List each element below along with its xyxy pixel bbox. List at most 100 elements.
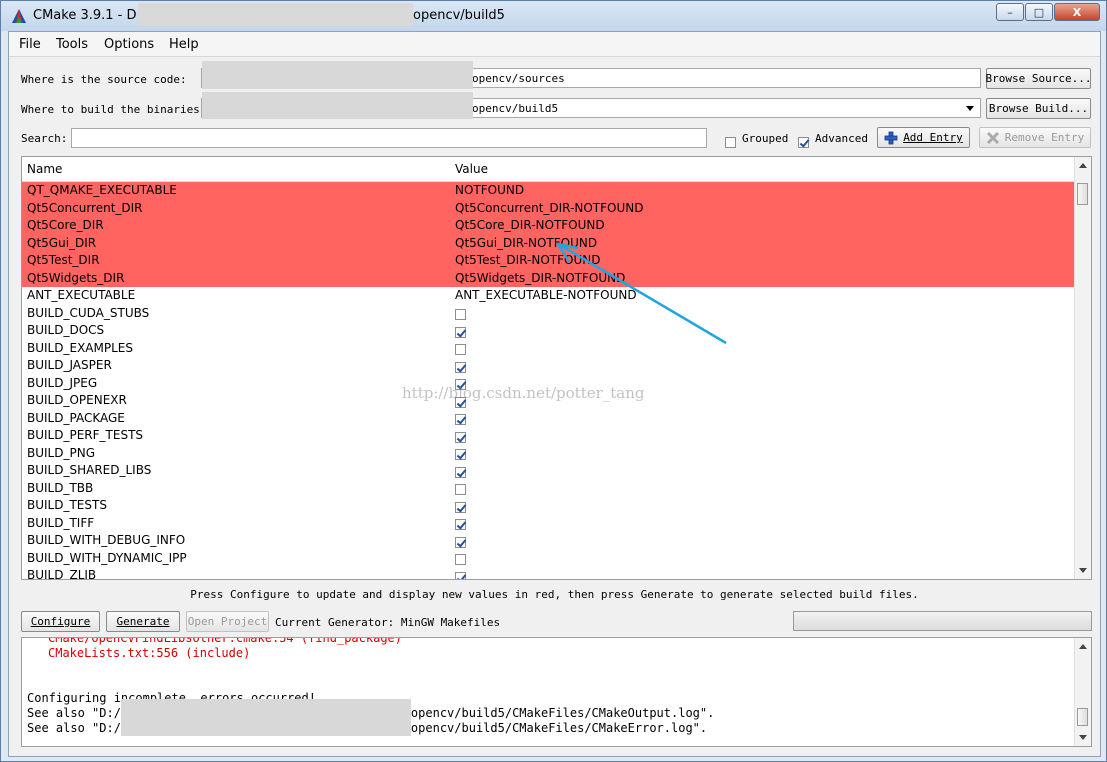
grouped-check-box[interactable] [725, 137, 736, 148]
row-value[interactable]: Qt5Test_DIR-NOTFOUND [455, 252, 600, 269]
table-row[interactable]: Qt5Test_DIR Qt5Test_DIR-NOTFOUND [22, 252, 1077, 270]
row-value[interactable] [455, 305, 466, 322]
row-value[interactable]: Qt5Concurrent_DIR-NOTFOUND [455, 200, 643, 217]
search-input[interactable] [71, 128, 707, 148]
close-button[interactable]: X [1054, 3, 1100, 21]
browse-source-button[interactable]: Browse Source... [986, 68, 1091, 89]
row-value[interactable] [455, 340, 466, 357]
row-value[interactable] [455, 357, 466, 374]
table-row[interactable]: BUILD_WITH_DYNAMIC_IPP [22, 550, 1077, 568]
table-row[interactable]: Qt5Concurrent_DIR Qt5Concurrent_DIR-NOTFO… [22, 199, 1077, 217]
table-row[interactable]: Qt5Gui_DIR Qt5Gui_DIR-NOTFOUND [22, 234, 1077, 252]
table-row[interactable]: QT_QMAKE_EXECUTABLE NOTFOUND [22, 182, 1077, 200]
value-checkbox[interactable] [455, 431, 466, 443]
value-checkbox[interactable] [455, 309, 466, 320]
row-value[interactable]: Qt5Widgets_DIR-NOTFOUND [455, 270, 625, 287]
table-row[interactable]: BUILD_JASPER [22, 357, 1077, 375]
output-scroll-thumb[interactable] [1077, 708, 1088, 726]
row-value[interactable] [455, 515, 466, 532]
row-name: BUILD_JASPER [27, 358, 112, 372]
maximize-button[interactable]: □ [1025, 3, 1053, 21]
configure-button[interactable]: Configure [21, 611, 100, 632]
output-scrollbar[interactable] [1074, 638, 1091, 746]
table-scrollbar[interactable] [1074, 157, 1091, 579]
value-checkbox[interactable] [455, 326, 466, 338]
row-value[interactable]: NOTFOUND [455, 182, 524, 199]
row-value[interactable]: Qt5Core_DIR-NOTFOUND [455, 217, 605, 234]
table-row[interactable]: BUILD_SHARED_LIBS [22, 462, 1077, 480]
value-checkbox[interactable] [455, 466, 466, 478]
value-checkbox[interactable] [455, 449, 466, 460]
row-value[interactable] [455, 480, 466, 497]
advanced-check-box[interactable] [798, 137, 809, 148]
row-value[interactable] [455, 445, 466, 462]
table-row[interactable]: BUILD_PACKAGE [22, 410, 1077, 428]
table-row[interactable]: BUILD_ZLIB [22, 567, 1077, 579]
table-row[interactable]: BUILD_WITH_DEBUG_INFO [22, 532, 1077, 550]
output-scroll-up-icon[interactable] [1079, 644, 1087, 649]
row-name: BUILD_PNG [27, 445, 95, 460]
row-name: BUILD_SHARED_LIBS [27, 463, 152, 477]
add-entry-button[interactable]: Add Entry [877, 127, 970, 148]
generate-button[interactable]: Generate [106, 611, 180, 632]
title-bar[interactable]: CMake 3.9.1 - D:/ opencv/build5 – □ X [1, 1, 1106, 31]
row-value[interactable] [455, 567, 466, 579]
open-project-button[interactable]: Open Project [186, 611, 269, 632]
table-row[interactable]: Qt5Core_DIR Qt5Core_DIR-NOTFOUND [22, 217, 1077, 235]
advanced-checkbox[interactable] [798, 132, 809, 151]
row-name: Qt5Concurrent_DIR [27, 200, 143, 215]
table-row[interactable]: BUILD_TBB [22, 480, 1077, 498]
row-value[interactable] [455, 322, 466, 339]
output-log[interactable]: CMake/OpenCVFindLibsOther.cmake:54 (find… [21, 637, 1092, 747]
generate-label: Generate [116, 615, 170, 628]
table-row[interactable]: BUILD_TESTS [22, 497, 1077, 515]
row-name: BUILD_JPEG [27, 375, 98, 390]
remove-entry-button[interactable]: Remove Entry [979, 127, 1091, 148]
scroll-up-icon[interactable] [1079, 163, 1087, 168]
row-name: BUILD_TBB [27, 480, 94, 495]
table-row[interactable]: Qt5Widgets_DIR Qt5Widgets_DIR-NOTFOUND [22, 269, 1077, 287]
source-path-text: opencv/sources [472, 72, 565, 85]
minimize-button[interactable]: – [996, 3, 1024, 21]
menu-tools[interactable]: Tools [56, 37, 88, 52]
row-value[interactable] [455, 497, 466, 514]
browse-build-button[interactable]: Browse Build... [986, 98, 1091, 119]
table-row[interactable]: BUILD_PERF_TESTS [22, 427, 1077, 445]
menu-options[interactable]: Options [104, 37, 154, 52]
output-line-suffix: opencv/build5/CMakeFiles/CMakeOutput.log… [410, 706, 715, 720]
table-row[interactable]: BUILD_EXAMPLES [22, 340, 1077, 358]
row-value[interactable] [455, 410, 466, 427]
table-row[interactable]: BUILD_PNG [22, 445, 1077, 463]
grouped-checkbox[interactable] [725, 132, 736, 151]
value-checkbox[interactable] [455, 414, 466, 425]
menu-file[interactable]: File [19, 37, 41, 52]
chevron-down-icon[interactable] [966, 106, 974, 111]
value-checkbox[interactable] [455, 571, 466, 579]
row-value[interactable] [455, 532, 466, 549]
column-name-header[interactable]: Name [27, 162, 62, 176]
value-checkbox[interactable] [455, 554, 466, 565]
table-row[interactable]: BUILD_CUDA_STUBS [22, 305, 1077, 323]
table-row[interactable]: BUILD_DOCS [22, 322, 1077, 340]
value-checkbox[interactable] [455, 519, 466, 530]
scroll-thumb[interactable] [1077, 183, 1088, 205]
value-checkbox[interactable] [455, 361, 466, 373]
menu-help[interactable]: Help [169, 37, 199, 52]
value-checkbox[interactable] [455, 501, 466, 513]
row-value[interactable]: Qt5Gui_DIR-NOTFOUND [455, 235, 597, 252]
progress-bar [793, 611, 1092, 631]
output-scroll-down-icon[interactable] [1079, 735, 1087, 740]
row-value[interactable] [455, 462, 466, 479]
table-row[interactable]: BUILD_TIFF [22, 515, 1077, 533]
row-value[interactable] [455, 550, 466, 567]
column-value-header[interactable]: Value [455, 162, 488, 176]
row-value[interactable] [455, 427, 466, 444]
value-checkbox[interactable] [455, 344, 466, 355]
cache-table[interactable]: Name Value QT_QMAKE_EXECUTABLE NOTFOUND Qt… [21, 156, 1092, 580]
value-checkbox[interactable] [455, 536, 466, 548]
table-row[interactable]: ANT_EXECUTABLE ANT_EXECUTABLE-NOTFOUND [22, 287, 1077, 305]
row-value[interactable]: ANT_EXECUTABLE-NOTFOUND [455, 287, 637, 304]
scroll-down-icon[interactable] [1079, 568, 1087, 573]
value-checkbox[interactable] [455, 484, 466, 495]
row-name: Qt5Test_DIR [27, 253, 100, 267]
